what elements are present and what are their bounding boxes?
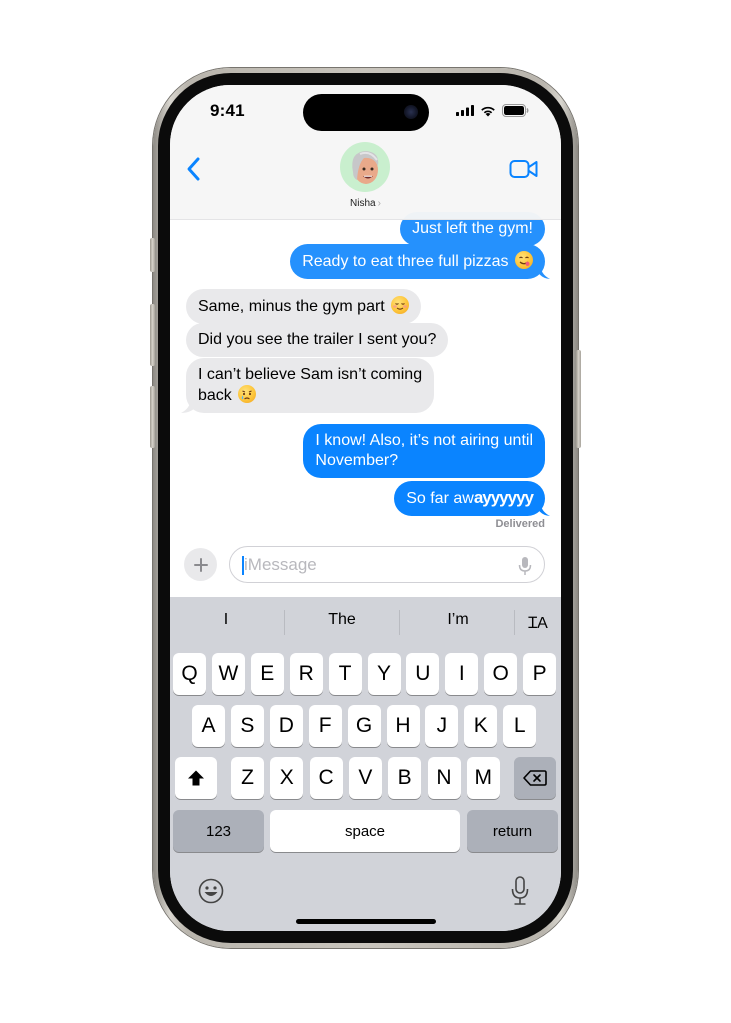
key-x[interactable]: X <box>270 757 304 799</box>
home-indicator[interactable] <box>296 919 436 924</box>
status-icons <box>456 104 529 117</box>
message-list: Just left the gym! Ready to eat three fu… <box>170 212 561 540</box>
message-text-line2: November? <box>315 452 399 469</box>
message-text-line1: I know! Also, it’s not airing until <box>315 432 533 449</box>
face-savoring-food-emoji-icon <box>515 251 533 269</box>
power-button <box>576 350 581 448</box>
key-t[interactable]: T <box>328 653 362 695</box>
key-n[interactable]: N <box>427 757 461 799</box>
message-text-line2: back <box>198 387 232 404</box>
dynamic-island <box>303 94 429 131</box>
key-o[interactable]: O <box>484 653 518 695</box>
suggestion-divider <box>399 610 400 635</box>
conversation-header: 9:41 Nisha › <box>170 85 561 220</box>
key-u[interactable]: U <box>406 653 440 695</box>
message-sent[interactable]: So far awayyyyyy <box>394 481 545 516</box>
key-g[interactable]: G <box>347 705 381 747</box>
return-key[interactable]: return <box>467 810 558 852</box>
volume-down-button <box>150 386 155 448</box>
message-received[interactable]: Same, minus the gym part <box>186 289 422 324</box>
volume-up-button <box>150 304 155 366</box>
shift-key[interactable] <box>175 757 217 799</box>
emoji-icon[interactable] <box>198 878 224 904</box>
message-text: Did you see the trailer I sent you? <box>198 331 437 348</box>
message-sent[interactable]: I know! Also, it’s not airing until Nove… <box>303 424 545 478</box>
smiling-face-emoji-icon <box>391 296 410 314</box>
key-e[interactable]: E <box>250 653 284 695</box>
key-y[interactable]: Y <box>367 653 401 695</box>
key-a[interactable]: A <box>192 705 225 747</box>
suggestion-divider <box>284 610 285 635</box>
message-text-prefix: So far aw <box>406 490 474 507</box>
key-k[interactable]: K <box>464 705 498 747</box>
key-l[interactable]: L <box>503 705 537 747</box>
message-received[interactable]: Did you see the trailer I sent you? <box>186 323 449 357</box>
action-button <box>150 238 155 272</box>
backspace-icon <box>523 770 547 786</box>
key-p[interactable]: P <box>523 653 557 695</box>
numbers-key[interactable]: 123 <box>173 810 264 852</box>
key-d[interactable]: D <box>269 705 303 747</box>
key-s[interactable]: S <box>230 705 264 747</box>
chevron-left-icon[interactable] <box>184 156 204 182</box>
key-r[interactable]: R <box>289 653 323 695</box>
suggestion-1[interactable]: I <box>186 611 266 629</box>
message-text: Ready to eat three full pizzas <box>302 253 509 270</box>
key-i[interactable]: I <box>445 653 479 695</box>
status-time: 9:41 <box>210 101 245 120</box>
crying-face-emoji-icon <box>238 385 257 403</box>
microphone-icon[interactable] <box>518 556 532 576</box>
apps-plus-button[interactable] <box>184 548 217 581</box>
key-b[interactable]: B <box>388 757 422 799</box>
dictation-microphone-icon[interactable] <box>511 876 529 906</box>
predictive-text-bar: I The I’m ꞮA <box>170 597 561 647</box>
contact-name[interactable]: Nisha › <box>170 198 561 209</box>
message-input[interactable] <box>244 547 504 582</box>
message-text: Same, minus the gym part <box>198 298 385 315</box>
text-format-icon[interactable]: ꞮA <box>520 611 556 633</box>
memoji-icon <box>352 151 379 184</box>
keyboard: I The I’m ꞮA 123 space return Q W E R T … <box>170 597 561 931</box>
suggestion-divider <box>514 610 515 635</box>
key-q[interactable]: Q <box>173 653 206 695</box>
space-key[interactable]: space <box>270 810 460 852</box>
contact-name-text: Nisha <box>350 198 376 209</box>
plus-icon <box>193 557 208 572</box>
key-m[interactable]: M <box>466 757 500 799</box>
delivery-status: Delivered <box>495 518 545 530</box>
message-input-field[interactable] <box>229 546 545 583</box>
cellular-signal-icon <box>456 105 474 116</box>
key-c[interactable]: C <box>309 757 343 799</box>
key-v[interactable]: V <box>348 757 382 799</box>
message-text-emphasis: ayyyyyy <box>473 488 534 507</box>
message-text-line1: I can’t believe Sam isn’t coming <box>198 366 423 383</box>
key-j[interactable]: J <box>425 705 459 747</box>
shift-icon <box>188 770 204 786</box>
video-camera-icon[interactable] <box>509 158 539 180</box>
suggestion-2[interactable]: The <box>302 611 382 629</box>
wifi-icon <box>481 106 495 116</box>
message-text: Just left the gym! <box>412 220 533 237</box>
front-camera-icon <box>404 105 418 119</box>
contact-avatar[interactable] <box>340 142 390 192</box>
screen: Just left the gym! Ready to eat three fu… <box>170 85 561 931</box>
message-received[interactable]: I can’t believe Sam isn’t coming back <box>186 358 435 413</box>
battery-icon <box>502 104 529 117</box>
key-w[interactable]: W <box>211 653 245 695</box>
suggestion-3[interactable]: I’m <box>418 611 498 629</box>
chevron-right-icon: › <box>377 198 381 209</box>
message-sent[interactable]: Ready to eat three full pizzas <box>290 244 545 279</box>
delete-key[interactable] <box>514 757 556 799</box>
key-z[interactable]: Z <box>231 757 264 799</box>
key-h[interactable]: H <box>386 705 420 747</box>
key-f[interactable]: F <box>308 705 342 747</box>
